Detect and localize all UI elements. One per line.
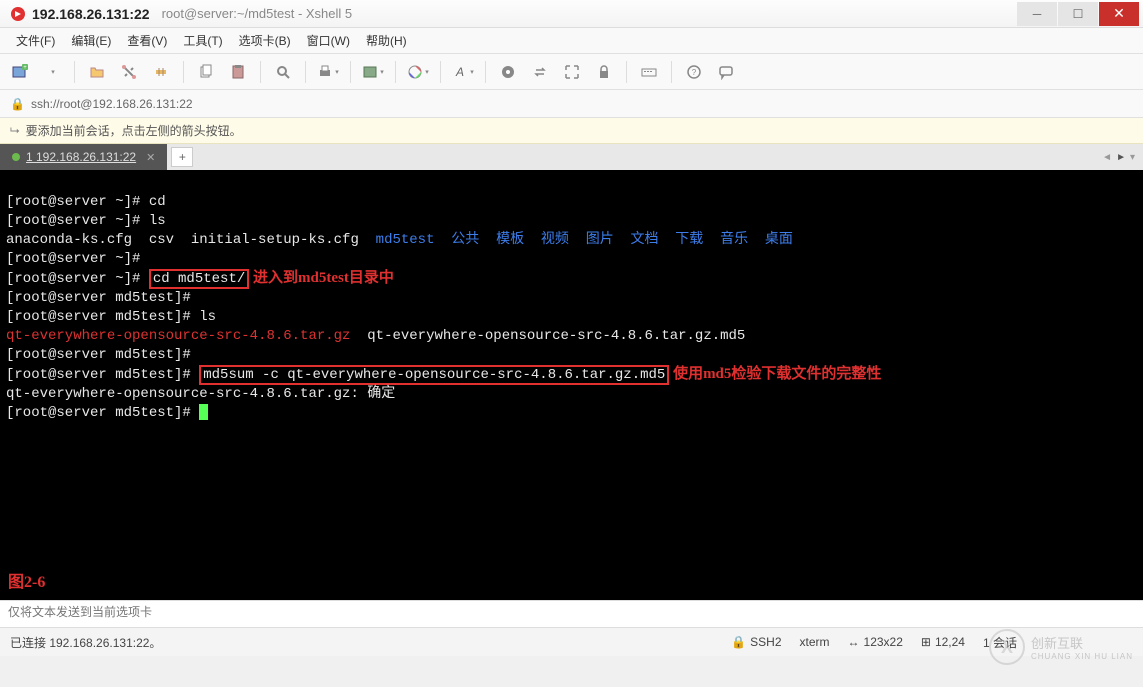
properties-button[interactable]: [359, 58, 387, 86]
maximize-button[interactable]: ☐: [1058, 2, 1098, 26]
tab-label: 1 192.168.26.131:22: [26, 150, 136, 164]
status-terminal-type: xterm: [800, 634, 830, 651]
lock-icon: 🔒: [10, 97, 25, 111]
status-size: ↔123x22: [848, 634, 903, 651]
lock-button[interactable]: [590, 58, 618, 86]
terminal-line: [root@server ~]#: [6, 251, 140, 267]
menu-tabs[interactable]: 选项卡(B): [231, 28, 299, 53]
terminal-line: [root@server md5test]#: [6, 290, 191, 306]
keyboard-button[interactable]: [635, 58, 663, 86]
fullscreen-button[interactable]: [558, 58, 586, 86]
figure-label: 图2-6: [8, 573, 45, 592]
status-cursor-position: ⊞12,24: [921, 634, 965, 651]
info-bar: ⮡ 要添加当前会话，点击左侧的箭头按钮。: [0, 118, 1143, 144]
ssh-icon: 🔒: [731, 635, 746, 649]
open-button[interactable]: [83, 58, 111, 86]
watermark: X 创新互联 CHUANG XIN HU LIAN: [989, 629, 1133, 665]
terminal-line: [root@server md5test]# md5sum -c qt-ever…: [6, 367, 881, 383]
transfer-button[interactable]: [526, 58, 554, 86]
address-bar: 🔒 ssh://root@192.168.26.131:22: [0, 90, 1143, 118]
svg-text:A: A: [455, 65, 464, 79]
script-button[interactable]: [494, 58, 522, 86]
terminal-line: [root@server md5test]#: [6, 347, 191, 363]
tab-list-icon[interactable]: ▾: [1130, 152, 1135, 163]
terminal-line: [root@server md5test]# ls: [6, 309, 216, 325]
tab-nav: ◄ ► ▾: [1102, 152, 1143, 163]
cursor-icon: [199, 404, 208, 420]
terminal-line: [root@server ~]# cd: [6, 194, 166, 210]
info-text: 要添加当前会话，点击左侧的箭头按钮。: [26, 122, 242, 139]
terminal-line: qt-everywhere-opensource-src-4.8.6.tar.g…: [6, 386, 395, 402]
close-button[interactable]: ✕: [1099, 2, 1139, 26]
position-icon: ⊞: [921, 635, 931, 649]
minimize-button[interactable]: ─: [1017, 2, 1057, 26]
tab-next-icon[interactable]: ►: [1116, 152, 1126, 163]
menu-file[interactable]: 文件(F): [8, 28, 63, 53]
terminal-line: qt-everywhere-opensource-src-4.8.6.tar.g…: [6, 328, 745, 344]
help-button[interactable]: ?: [680, 58, 708, 86]
status-protocol: 🔒SSH2: [731, 634, 781, 651]
connected-indicator-icon: [12, 153, 20, 161]
find-button[interactable]: [269, 58, 297, 86]
annotation-md5-check: 使用md5检验下载文件的完整性: [669, 366, 881, 382]
title-bar: 192.168.26.131:22 root@server:~/md5test …: [0, 0, 1143, 28]
window-controls: ─ ☐ ✕: [1016, 2, 1139, 26]
menu-view[interactable]: 查看(V): [119, 28, 175, 53]
tab-bar: 1 192.168.26.131:22 ✕ + ◄ ► ▾: [0, 144, 1143, 170]
feedback-button[interactable]: [712, 58, 740, 86]
menu-tools[interactable]: 工具(T): [175, 28, 230, 53]
window-title-main: 192.168.26.131:22: [32, 6, 150, 22]
address-text[interactable]: ssh://root@192.168.26.131:22: [31, 97, 193, 111]
svg-text:+: +: [23, 65, 27, 71]
terminal[interactable]: [root@server ~]# cd [root@server ~]# ls …: [0, 170, 1143, 600]
menu-edit[interactable]: 编辑(E): [63, 28, 119, 53]
watermark-logo-icon: X: [989, 629, 1025, 665]
input-bar: [0, 600, 1143, 628]
terminal-line: anaconda-ks.cfg csv initial-setup-ks.cfg…: [6, 232, 793, 248]
status-bar: 已连接 192.168.26.131:22。 🔒SSH2 xterm ↔123x…: [0, 628, 1143, 656]
menu-help[interactable]: 帮助(H): [358, 28, 415, 53]
highlighted-command: md5sum -c qt-everywhere-opensource-src-4…: [199, 365, 669, 385]
font-button[interactable]: A: [449, 58, 477, 86]
session-tab[interactable]: 1 192.168.26.131:22 ✕: [0, 144, 167, 170]
menu-window[interactable]: 窗口(W): [299, 28, 358, 53]
new-session-button[interactable]: +: [6, 58, 34, 86]
terminal-line: [root@server md5test]#: [6, 405, 208, 421]
annotation-enter-dir: 进入到md5test目录中: [249, 270, 394, 286]
paste-button[interactable]: [224, 58, 252, 86]
new-session-dropdown[interactable]: [38, 58, 66, 86]
arrow-icon[interactable]: ⮡: [10, 123, 20, 138]
window-title-sub: root@server:~/md5test - Xshell 5: [162, 6, 353, 21]
svg-text:?: ?: [692, 68, 697, 77]
send-input[interactable]: [8, 605, 1135, 619]
terminal-line: [root@server ~]# cd md5test/ 进入到md5test目…: [6, 271, 394, 287]
disconnect-button[interactable]: [147, 58, 175, 86]
terminal-line: [root@server ~]# ls: [6, 213, 166, 229]
add-tab-button[interactable]: +: [171, 147, 193, 167]
copy-button[interactable]: [192, 58, 220, 86]
resize-icon: ↔: [848, 635, 860, 649]
toolbar: + A ?: [0, 54, 1143, 90]
app-icon: [10, 6, 26, 22]
reconnect-button[interactable]: [115, 58, 143, 86]
status-connection: 已连接 192.168.26.131:22。: [10, 634, 161, 651]
highlighted-command: cd md5test/: [149, 269, 249, 289]
watermark-sub: CHUANG XIN HU LIAN: [1031, 652, 1133, 661]
menu-bar: 文件(F) 编辑(E) 查看(V) 工具(T) 选项卡(B) 窗口(W) 帮助(…: [0, 28, 1143, 54]
color-button[interactable]: [404, 58, 432, 86]
tab-close-icon[interactable]: ✕: [146, 151, 155, 164]
tab-prev-icon[interactable]: ◄: [1102, 152, 1112, 163]
print-button[interactable]: [314, 58, 342, 86]
watermark-main: 创新互联: [1031, 636, 1083, 651]
